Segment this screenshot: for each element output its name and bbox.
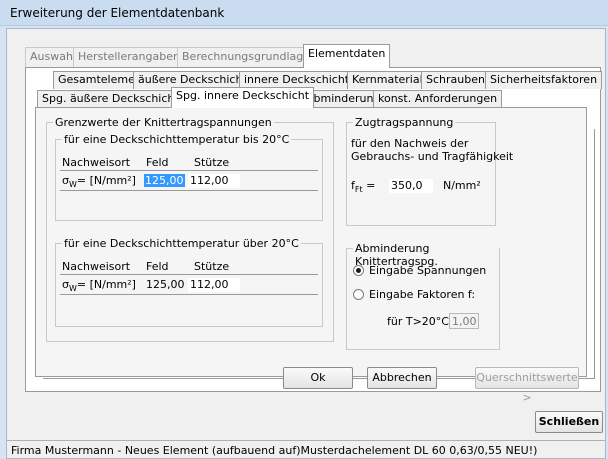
col-nachweisort: Nachweisort bbox=[62, 156, 131, 169]
tab-schrauben[interactable]: Schrauben bbox=[421, 71, 490, 89]
grenzwerte-title: Grenzwerte der Knittertragspannungen bbox=[53, 116, 274, 129]
header-divider bbox=[60, 274, 318, 275]
zugtrag-text-2: Gebrauchs- und Tragfähigkeit bbox=[351, 150, 514, 163]
group-bis-20: für eine Deckschichttemperatur bis 20°C … bbox=[55, 133, 323, 221]
tab-berechnungsgrundlage[interactable]: Berechnungsgrundlage bbox=[177, 47, 315, 67]
zugtrag-text-1: für den Nachweis der bbox=[351, 137, 469, 150]
sigma-label: σW= [N/mm²] bbox=[62, 174, 136, 190]
feld-value-input[interactable]: 125,00 bbox=[144, 174, 185, 187]
f-value-input[interactable]: 350,0 bbox=[391, 179, 423, 192]
col-nachweisort: Nachweisort bbox=[62, 260, 131, 273]
ok-button[interactable]: Ok bbox=[283, 367, 353, 389]
title-bar: Erweiterung der Elementdatenbank bbox=[0, 0, 608, 26]
tab-konst-anforderungen[interactable]: konst. Anforderungen bbox=[373, 90, 503, 108]
f-label: fFt = bbox=[351, 179, 376, 195]
client-area: Auswahl Herstellerangaben Berechnungsgru… bbox=[6, 28, 606, 459]
window-title: Erweiterung der Elementdatenbank bbox=[10, 6, 225, 20]
faktor-label: für T>20°C bbox=[387, 315, 449, 328]
tab-spg-aeussere[interactable]: Spg. äußere Deckschicht bbox=[37, 90, 184, 108]
radio-spannungen[interactable] bbox=[353, 265, 364, 276]
header-divider bbox=[60, 170, 318, 171]
tab-herstellerangaben[interactable]: Herstellerangaben bbox=[73, 47, 185, 67]
radio-spannungen-label[interactable]: Eingabe Spannungen bbox=[369, 264, 486, 277]
querschnittswerte-button[interactable]: Querschnittswerte > bbox=[475, 367, 579, 404]
tab-kernmaterial[interactable]: Kernmaterial bbox=[347, 71, 428, 89]
tab-elementdaten[interactable]: Elementdaten bbox=[303, 44, 391, 68]
group-ueber-20-title: für eine Deckschichttemperatur über 20°C bbox=[62, 237, 301, 250]
zugtrag-group: Zugtragspannung für den Nachweis der Geb… bbox=[346, 116, 513, 226]
col-feld: Feld bbox=[146, 156, 169, 169]
f-unit: N/mm² bbox=[443, 179, 481, 192]
abbrechen-button[interactable]: Abbrechen bbox=[367, 367, 437, 389]
status-bar: Firma Mustermann - Neues Element (aufbau… bbox=[7, 440, 605, 458]
spg-innere-panel: Grenzwerte der Knittertragspannungen für… bbox=[35, 107, 587, 377]
col-stuetze: Stütze bbox=[194, 260, 230, 273]
col-stuetze: Stütze bbox=[194, 156, 230, 169]
stuetze-value-input[interactable]: 112,00 bbox=[190, 174, 229, 187]
zugtrag-title: Zugtragspannung bbox=[353, 116, 456, 129]
feld-value-input[interactable]: 125,00 bbox=[146, 278, 185, 291]
group-ueber-20: für eine Deckschichttemperatur über 20°C… bbox=[55, 237, 323, 327]
radio-faktoren[interactable] bbox=[353, 289, 364, 300]
stuetze-value-input[interactable]: 112,00 bbox=[190, 278, 229, 291]
row-divider bbox=[60, 294, 318, 295]
dialog-window: Erweiterung der Elementdatenbank Auswahl… bbox=[0, 0, 608, 459]
tab-spg-innere[interactable]: Spg. innere Deckschicht bbox=[171, 87, 315, 108]
schliessen-button[interactable]: Schließen bbox=[535, 411, 603, 433]
group-bis-20-title: für eine Deckschichttemperatur bis 20°C bbox=[62, 133, 292, 146]
abminderung-group: Abminderung Knittertragspg. Eingabe Span… bbox=[346, 242, 500, 350]
grenzwerte-group: Grenzwerte der Knittertragspannungen für… bbox=[46, 116, 334, 342]
faktor-input[interactable]: 1,00 bbox=[449, 313, 479, 329]
row-divider bbox=[60, 190, 318, 191]
tab-sicherheitsfaktoren[interactable]: Sicherheitsfaktoren bbox=[485, 71, 603, 89]
radio-faktoren-label[interactable]: Eingabe Faktoren f: bbox=[369, 288, 475, 301]
col-feld: Feld bbox=[146, 260, 169, 273]
sigma-label: σW= [N/mm²] bbox=[62, 278, 136, 294]
